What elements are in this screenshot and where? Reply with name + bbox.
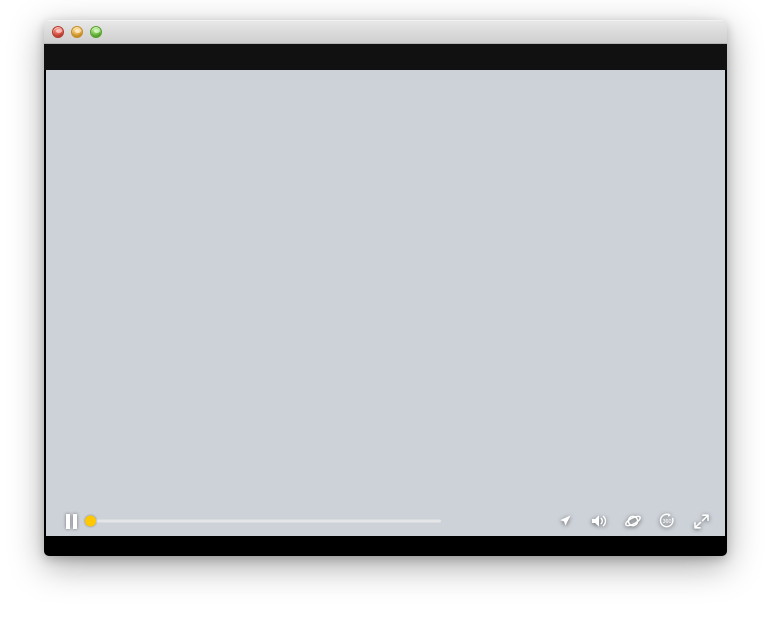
little-planet-icon[interactable] bbox=[623, 511, 643, 531]
seek-bar[interactable] bbox=[85, 513, 441, 529]
maximize-button[interactable] bbox=[90, 26, 102, 38]
share-icon[interactable] bbox=[555, 511, 575, 531]
pause-icon-bar2 bbox=[72, 513, 77, 529]
video-frame-image bbox=[46, 70, 725, 536]
minimize-button[interactable] bbox=[71, 26, 83, 38]
application-window: 360 bbox=[44, 20, 727, 556]
pause-icon bbox=[65, 513, 70, 529]
seek-handle[interactable] bbox=[85, 515, 96, 527]
volume-icon[interactable] bbox=[589, 511, 609, 531]
svg-text:360: 360 bbox=[663, 519, 672, 525]
close-button[interactable] bbox=[52, 26, 64, 38]
title-bar[interactable] bbox=[44, 20, 727, 44]
control-icon-group: 360 bbox=[555, 511, 711, 531]
window-controls bbox=[52, 26, 102, 38]
playback-controls: 360 bbox=[46, 506, 725, 536]
window-title bbox=[44, 21, 727, 45]
fullscreen-icon[interactable] bbox=[691, 511, 711, 531]
seek-track bbox=[90, 519, 441, 523]
pause-button[interactable] bbox=[60, 510, 82, 532]
menu-bar bbox=[44, 44, 727, 70]
vr-360-icon[interactable]: 360 bbox=[657, 511, 677, 531]
video-stage[interactable]: 360 bbox=[44, 70, 727, 556]
video-viewport[interactable] bbox=[46, 70, 725, 536]
